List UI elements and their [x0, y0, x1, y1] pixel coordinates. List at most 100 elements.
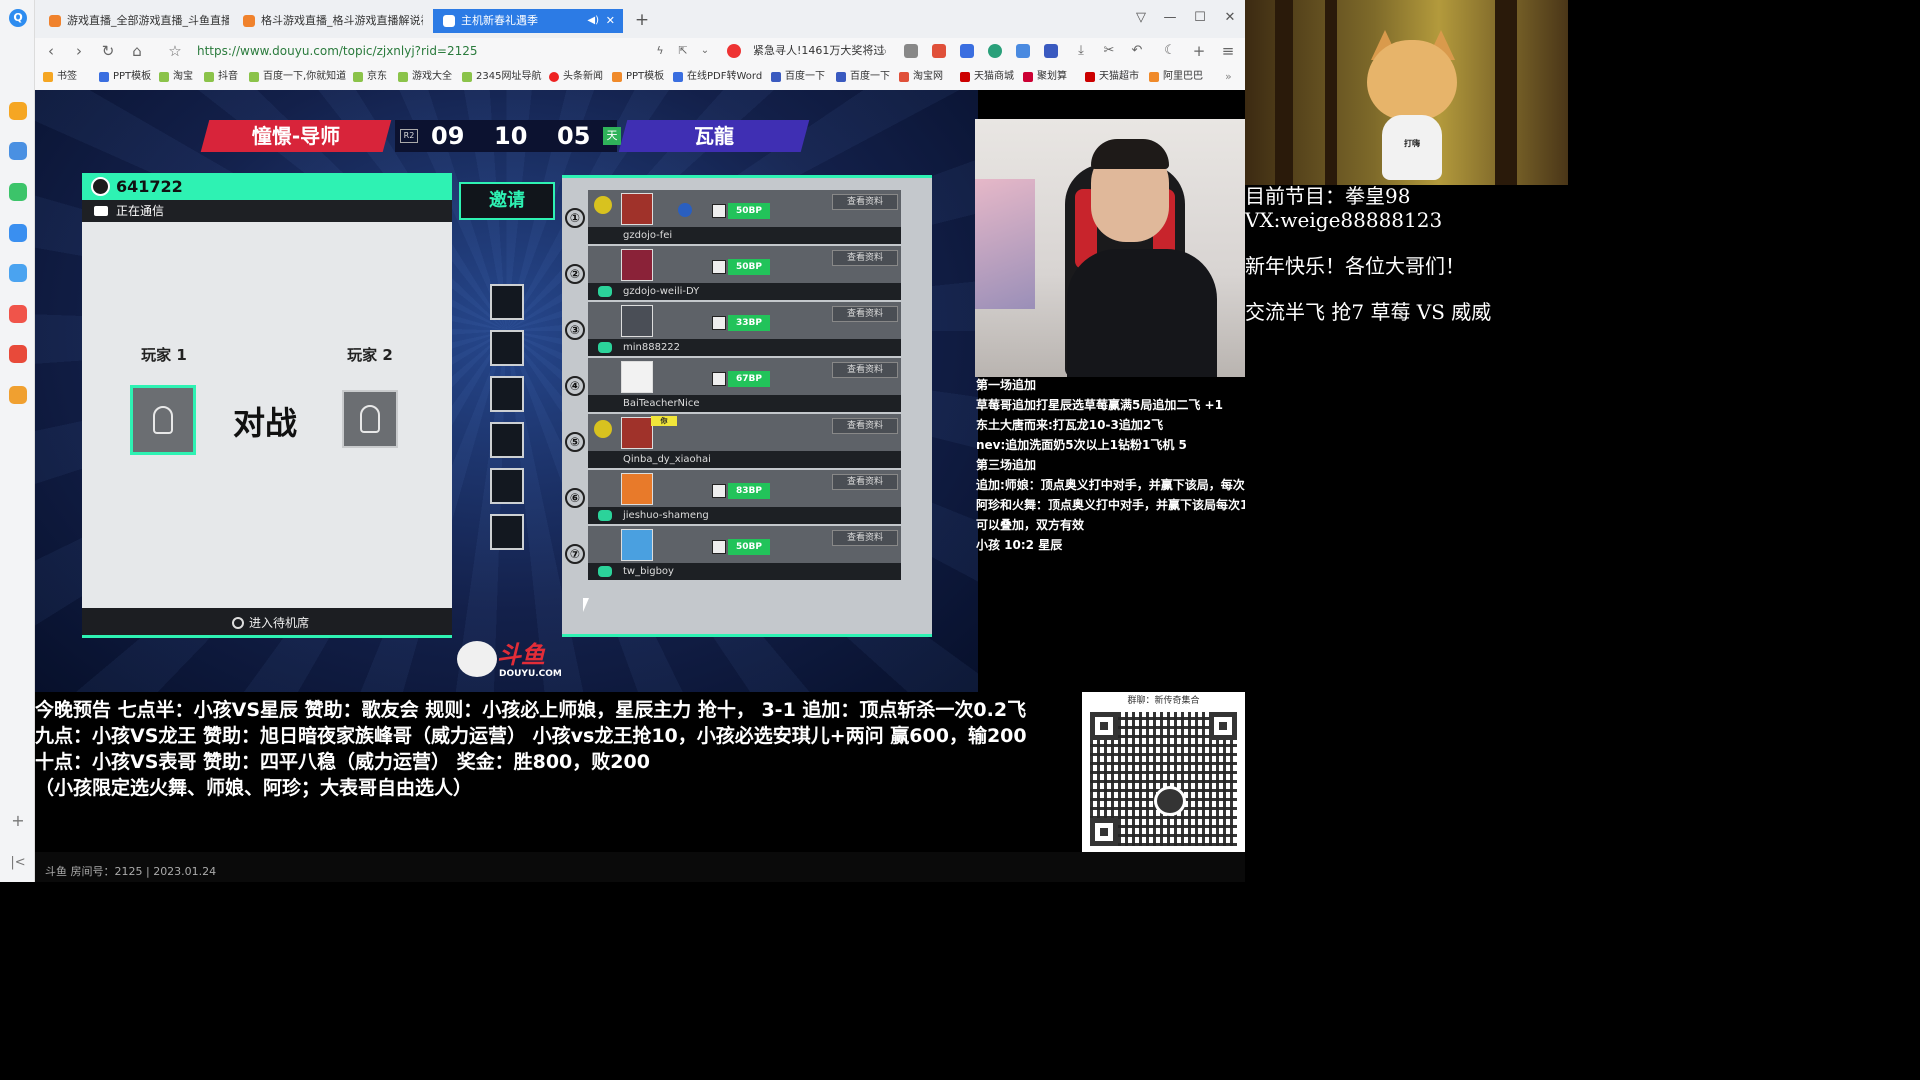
lightning-icon[interactable]: ϟ [650, 41, 670, 61]
browser-logo-icon[interactable]: Q [9, 9, 27, 27]
view-profile-button[interactable]: 查看资料 [832, 194, 898, 210]
view-profile-button[interactable]: 查看资料 [832, 306, 898, 322]
cloud-icon[interactable] [9, 224, 27, 242]
refresh-icon[interactable]: ↻ [98, 41, 118, 61]
maximize-button[interactable]: ☐ [1188, 8, 1212, 28]
player2-label: 玩家 2 [347, 346, 393, 364]
wechat-icon[interactable] [9, 183, 27, 201]
bookmark-item[interactable]: 京东 [353, 70, 387, 84]
rank-badge: 33BP [728, 315, 770, 331]
collapse-sidebar-icon[interactable]: |< [10, 855, 26, 871]
search-tool-icon[interactable] [9, 386, 27, 404]
room-info: 斗鱼 房间号：2125 | 2023.01.24 [45, 865, 217, 878]
bookmark-item[interactable]: 百度一下,你就知道 [249, 70, 346, 84]
bookmark-item[interactable]: 阿里巴巴 [1149, 70, 1203, 84]
close-tab-icon[interactable]: ✕ [606, 9, 615, 33]
bookmark-item[interactable]: 抖音 [204, 70, 238, 84]
level-icon [712, 484, 726, 498]
cat-banner: 打嗨 [1245, 0, 1568, 185]
weibo-icon[interactable] [9, 264, 27, 282]
player1-slot[interactable] [130, 385, 196, 455]
screen: Q + |< 游戏直播_全部游戏直播_斗鱼直播 格斗游戏直播_格斗游戏直播解说视… [0, 0, 1568, 882]
bookmark-icon [899, 72, 909, 82]
search-input[interactable]: 紧急寻人!1461万大奖将过 [753, 42, 923, 60]
history-icon[interactable] [9, 142, 27, 160]
home-icon[interactable]: ⌂ [127, 41, 147, 61]
bookmark-item[interactable]: 天猫超市 [1085, 70, 1139, 84]
undo-icon[interactable]: ↶ [1127, 41, 1147, 61]
toolbar-ext-4-icon[interactable] [988, 44, 1002, 58]
match-line: 交流半飞 抢7 草莓 VS 威威 [1245, 300, 1492, 324]
player-row[interactable]: ⑦ 50BP 查看资料 tw_bigboy [565, 526, 901, 580]
player-row[interactable]: ⑤ 你 查看资料 Qinba_dy_xiaohai [565, 414, 901, 468]
layers-icon[interactable] [1044, 44, 1058, 58]
sound-icon[interactable]: ◀) [587, 9, 599, 33]
bookmark-item[interactable]: 百度一下 [771, 70, 825, 84]
bookmark-item[interactable]: 头条新闻 [549, 70, 603, 84]
game-stream[interactable]: 憧憬-导师 R2 09 10 05 天 瓦龍 641722 正在通信 玩家 1 … [35, 90, 978, 692]
game-icon[interactable] [9, 305, 27, 323]
player-name: Qinba_dy_xiaohai [623, 454, 711, 465]
bookmark-item[interactable]: 百度一下 [836, 70, 890, 84]
bookmark-item[interactable]: 游戏大全 [398, 70, 452, 84]
bookmark-item[interactable]: 淘宝 [159, 70, 193, 84]
program-line: 目前节目：拳皇98 [1245, 184, 1411, 208]
bookmark-item[interactable]: PPT模板 [612, 70, 664, 84]
avatar [621, 529, 653, 561]
bookmark-item[interactable]: PPT模板 [99, 70, 151, 84]
bookmark-item[interactable]: 天猫商城 [960, 70, 1014, 84]
night-mode-icon[interactable]: ☾ [1160, 41, 1180, 61]
search-icon[interactable]: ⌕ [874, 41, 894, 61]
toolbar-ext-2-icon[interactable] [932, 44, 946, 58]
bookmark-item[interactable]: 书签 [43, 70, 77, 84]
player-row[interactable]: ④ 67BP 查看资料 BaiTeacherNice [565, 358, 901, 412]
note-line: nev:追加洗面奶5次以上1钻粉1飞机 5 [976, 438, 1187, 452]
tab-fighting-live[interactable]: 格斗游戏直播_格斗游戏直播解说视频 [233, 9, 423, 33]
more-bookmarks-icon[interactable]: » [1225, 70, 1232, 83]
view-profile-button[interactable]: 查看资料 [832, 530, 898, 546]
share-icon[interactable]: ⇱ [673, 41, 693, 61]
new-tab-button[interactable]: + [632, 10, 652, 30]
player-row[interactable]: ⑥ 83BP 查看资料 jieshuo-shameng [565, 470, 901, 524]
level-icon [712, 260, 726, 274]
player-name: gzdojo-fei [623, 230, 673, 241]
bookmark-item[interactable]: 聚划算 [1023, 70, 1067, 84]
waitroom-button[interactable]: 进入待机席 [82, 608, 452, 638]
invite-button[interactable]: 邀请 [459, 182, 555, 220]
menu-icon[interactable]: ≡ [1218, 41, 1238, 61]
view-profile-button[interactable]: 查看资料 [832, 474, 898, 490]
close-window-button[interactable]: ✕ [1218, 8, 1242, 28]
scissors-icon[interactable]: ✂ [1099, 41, 1119, 61]
forward-icon[interactable]: › [69, 41, 89, 61]
add-icon[interactable]: + [1189, 41, 1209, 61]
bookmark-icon [612, 72, 622, 82]
view-profile-button[interactable]: 查看资料 [832, 418, 898, 434]
toolbar-ext-3-icon[interactable] [960, 44, 974, 58]
view-profile-button[interactable]: 查看资料 [832, 250, 898, 266]
view-profile-button[interactable]: 查看资料 [832, 362, 898, 378]
back-icon[interactable]: ‹ [41, 41, 61, 61]
favorites-icon[interactable] [9, 102, 27, 120]
search-engine-icon[interactable] [727, 44, 741, 58]
tab-bar: 游戏直播_全部游戏直播_斗鱼直播 格斗游戏直播_格斗游戏直播解说视频 主机新春礼… [35, 0, 1245, 38]
bookmark-item[interactable]: 2345网址导航 [462, 70, 541, 84]
pin-icon[interactable]: ▽ [1129, 8, 1153, 28]
row-number: ⑤ [565, 432, 585, 452]
player2-slot[interactable] [342, 390, 398, 448]
toolbar-ext-5-icon[interactable] [1016, 44, 1030, 58]
tab-console-newyear[interactable]: 主机新春礼遇季 ◀) ✕ [433, 9, 623, 33]
tab-game-live[interactable]: 游戏直播_全部游戏直播_斗鱼直播 [39, 9, 229, 33]
player-row[interactable]: ② 50BP 查看资料 gzdojo-weili-DY [565, 246, 901, 300]
player-row[interactable]: ③ 33BP 查看资料 min888222 [565, 302, 901, 356]
download-icon[interactable]: ⤓ [1071, 41, 1091, 61]
minimize-button[interactable]: — [1158, 8, 1182, 28]
address-bar[interactable]: https://www.douyu.com/topic/zjxnlyj?rid=… [197, 42, 577, 60]
pdf-icon[interactable] [9, 345, 27, 363]
chevron-down-icon[interactable]: ⌄ [695, 41, 715, 61]
bookmark-item[interactable]: 淘宝网 [899, 70, 943, 84]
add-sidebar-icon[interactable]: + [10, 813, 26, 829]
toolbar-ext-1-icon[interactable] [904, 44, 918, 58]
player-row[interactable]: ① 50BP 查看资料 gzdojo-fei [565, 190, 901, 244]
star-icon[interactable]: ☆ [165, 41, 185, 61]
bookmark-item[interactable]: 在线PDF转Word [673, 70, 762, 84]
